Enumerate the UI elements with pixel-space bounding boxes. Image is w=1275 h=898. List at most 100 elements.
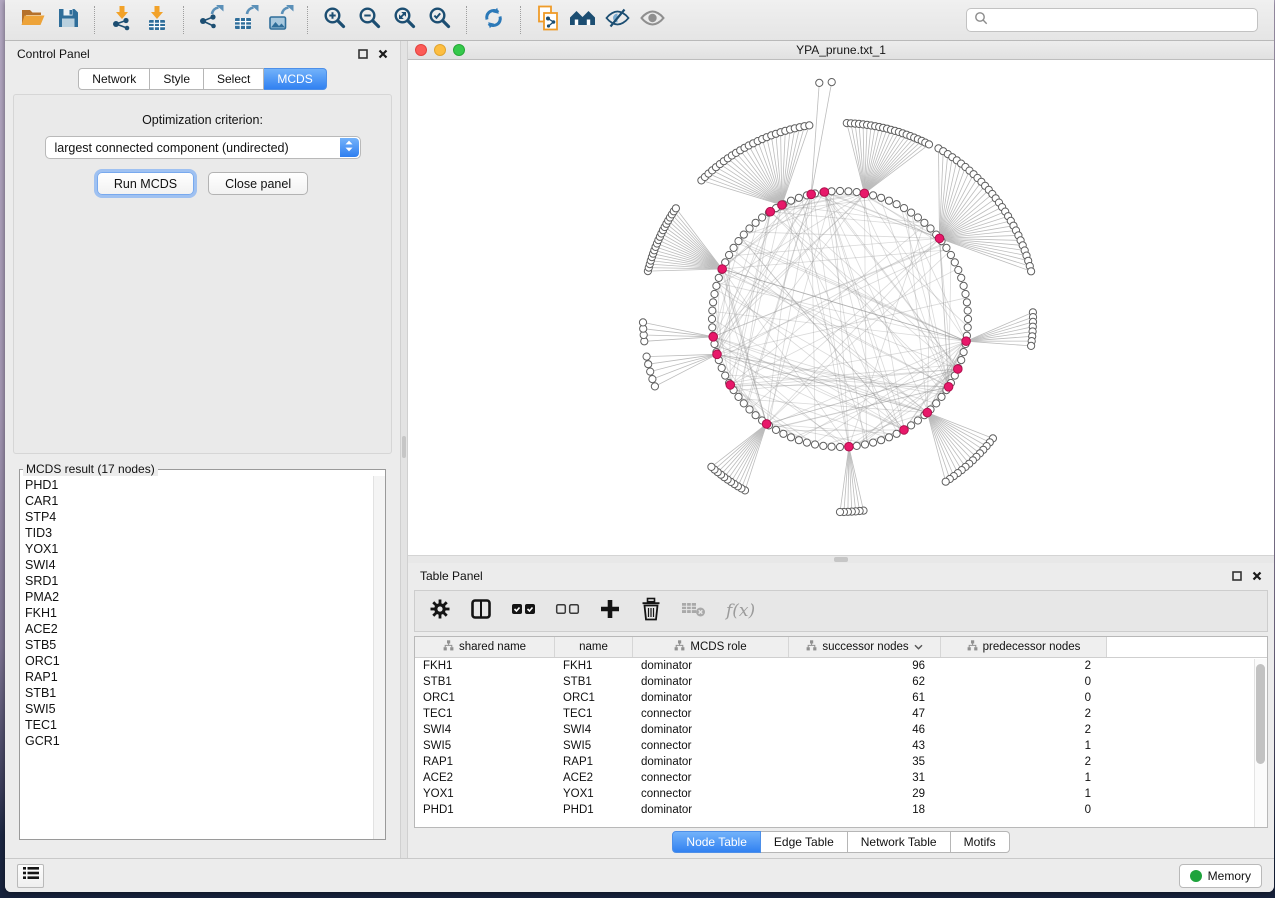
mcds-result-item[interactable]: TEC1: [20, 717, 385, 733]
network-node[interactable]: [933, 400, 940, 407]
network-node[interactable]: [942, 478, 949, 485]
network-node[interactable]: [878, 194, 885, 201]
network-node[interactable]: [787, 197, 794, 204]
refresh-layout-button[interactable]: [476, 3, 511, 37]
table-row[interactable]: ACE2ACE2connector311: [415, 770, 1267, 786]
network-node[interactable]: [878, 437, 885, 444]
export-network-button[interactable]: [193, 3, 228, 37]
table-row[interactable]: FKH1FKH1dominator962: [415, 658, 1267, 674]
table-tab-network-table[interactable]: Network Table: [848, 831, 951, 853]
network-node[interactable]: [795, 437, 802, 444]
table-row[interactable]: TEC1TEC1connector472: [415, 706, 1267, 722]
table-tab-edge-table[interactable]: Edge Table: [761, 831, 848, 853]
mcds-result-item[interactable]: STB1: [20, 685, 385, 701]
network-node[interactable]: [828, 79, 835, 86]
network-node[interactable]: [908, 209, 915, 216]
mcds-result-item[interactable]: ORC1: [20, 653, 385, 669]
network-node[interactable]: [853, 442, 860, 449]
import-network-button[interactable]: [104, 3, 139, 37]
tab-mcds[interactable]: MCDS: [264, 68, 326, 90]
split-handle[interactable]: [834, 557, 848, 562]
run-mcds-button[interactable]: Run MCDS: [97, 172, 194, 195]
network-node[interactable]: [853, 189, 860, 196]
network-node[interactable]: [772, 426, 779, 433]
function-builder-button[interactable]: f(x): [726, 601, 755, 621]
save-session-button[interactable]: [50, 3, 85, 37]
zoom-fit-button[interactable]: [387, 3, 422, 37]
network-node[interactable]: [718, 364, 725, 371]
network-node[interactable]: [795, 194, 802, 201]
mcds-node[interactable]: [726, 381, 735, 390]
mcds-result-item[interactable]: RAP1: [20, 669, 385, 685]
export-image-button[interactable]: [263, 3, 298, 37]
table-row[interactable]: SWI4SWI4dominator462: [415, 722, 1267, 738]
network-node[interactable]: [964, 307, 971, 314]
close-panel-icon[interactable]: [1252, 571, 1262, 581]
network-node[interactable]: [647, 368, 654, 375]
network-node[interactable]: [958, 357, 965, 364]
scrollbar-thumb[interactable]: [1256, 664, 1265, 764]
mcds-node[interactable]: [820, 188, 829, 197]
vertical-split-divider[interactable]: [400, 41, 408, 858]
table-scrollbar[interactable]: [1254, 659, 1267, 827]
mcds-result-item[interactable]: SWI4: [20, 557, 385, 573]
create-column-button[interactable]: [599, 598, 621, 625]
show-hidden-button[interactable]: [635, 3, 670, 37]
mcds-node[interactable]: [709, 333, 718, 342]
network-node[interactable]: [780, 430, 787, 437]
network-node[interactable]: [955, 266, 962, 273]
network-node[interactable]: [715, 274, 722, 281]
table-row[interactable]: SWI5SWI5connector431: [415, 738, 1267, 754]
network-node[interactable]: [885, 197, 892, 204]
network-node[interactable]: [836, 443, 843, 450]
network-node[interactable]: [963, 299, 970, 306]
mcds-result-item[interactable]: STB5: [20, 637, 385, 653]
network-node[interactable]: [709, 324, 716, 331]
network-node[interactable]: [861, 441, 868, 448]
network-node[interactable]: [759, 214, 766, 221]
network-node[interactable]: [960, 282, 967, 289]
network-node[interactable]: [746, 406, 753, 413]
mcds-result-item[interactable]: SRD1: [20, 573, 385, 589]
network-node[interactable]: [964, 315, 971, 322]
network-window-titlebar[interactable]: YPA_prune.txt_1: [408, 41, 1274, 60]
table-tab-node-table[interactable]: Node Table: [672, 831, 761, 853]
mcds-result-item[interactable]: FKH1: [20, 605, 385, 621]
network-node[interactable]: [947, 251, 954, 258]
optimization-criterion-select[interactable]: largest connected component (undirected): [45, 136, 361, 159]
task-history-button[interactable]: [17, 864, 44, 888]
network-node[interactable]: [925, 141, 932, 148]
search-box[interactable]: [966, 8, 1258, 32]
network-graph[interactable]: [408, 60, 1274, 555]
network-node[interactable]: [893, 201, 900, 208]
tab-select[interactable]: Select: [204, 68, 264, 90]
tab-style[interactable]: Style: [150, 68, 204, 90]
column-header-successor-nodes[interactable]: successor nodes: [789, 637, 941, 657]
close-panel-icon[interactable]: [378, 49, 388, 59]
network-node[interactable]: [735, 238, 742, 245]
network-node[interactable]: [752, 412, 759, 419]
mcds-node[interactable]: [713, 350, 722, 359]
mcds-node[interactable]: [718, 265, 727, 274]
network-node[interactable]: [787, 434, 794, 441]
mcds-node[interactable]: [954, 365, 963, 374]
mcds-node[interactable]: [845, 442, 854, 451]
network-node[interactable]: [938, 393, 945, 400]
network-node[interactable]: [914, 214, 921, 221]
float-panel-icon[interactable]: [358, 49, 368, 59]
network-node[interactable]: [828, 443, 835, 450]
float-panel-icon[interactable]: [1232, 571, 1242, 581]
mcds-node[interactable]: [807, 190, 816, 199]
export-table-button[interactable]: [228, 3, 263, 37]
network-node[interactable]: [845, 188, 852, 195]
network-node[interactable]: [803, 439, 810, 446]
network-node[interactable]: [958, 274, 965, 281]
mcds-node[interactable]: [778, 201, 787, 210]
network-node[interactable]: [722, 372, 729, 379]
network-node[interactable]: [870, 439, 877, 446]
network-node[interactable]: [708, 315, 715, 322]
network-node[interactable]: [713, 282, 720, 289]
mcds-result-item[interactable]: ACE2: [20, 621, 385, 637]
column-settings-button[interactable]: [429, 598, 451, 625]
network-node[interactable]: [740, 231, 747, 238]
